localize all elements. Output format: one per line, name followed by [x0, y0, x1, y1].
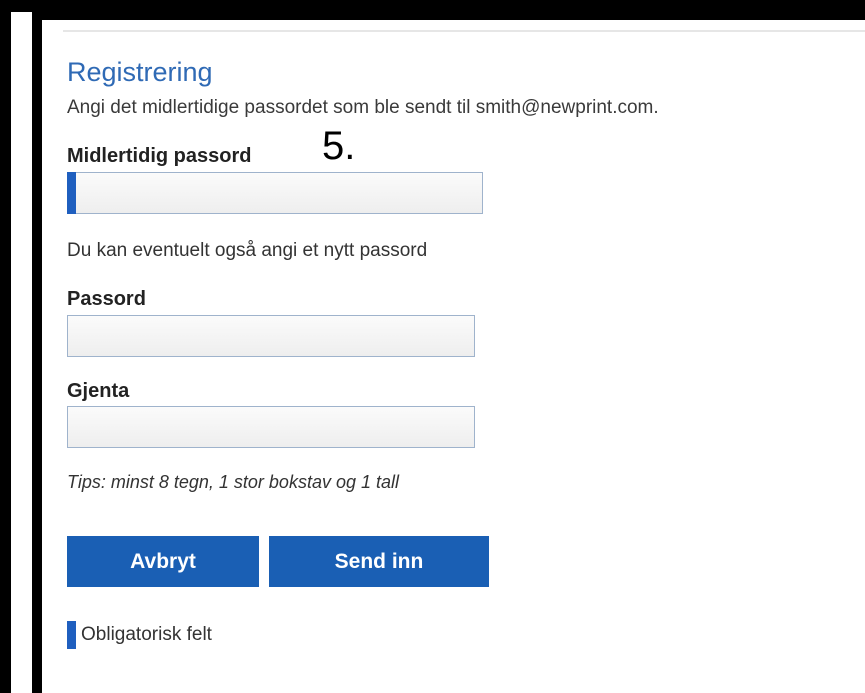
submit-button[interactable]: Send inn [269, 536, 489, 587]
step-annotation: 5. [322, 124, 356, 168]
header-divider [63, 30, 865, 32]
repeat-password-input[interactable] [67, 406, 475, 448]
repeat-label: Gjenta [67, 380, 130, 402]
required-legend-marker [67, 621, 76, 649]
password-tips: Tips: minst 8 tegn, 1 stor bokstav og 1 … [67, 472, 399, 492]
required-legend-text: Obligatorisk felt [81, 624, 212, 645]
page-title: Registrering [67, 57, 213, 87]
password-label: Passord [67, 288, 146, 310]
temp-password-label: Midlertidig passord [67, 145, 252, 167]
cancel-button[interactable]: Avbryt [67, 536, 259, 587]
password-input[interactable] [67, 315, 475, 357]
instruction-text: Angi det midlertidige passordet som ble … [67, 97, 659, 118]
required-indicator [67, 172, 76, 214]
optional-hint-text: Du kan eventuelt også angi et nytt passo… [67, 240, 428, 261]
temp-password-input[interactable] [67, 172, 483, 214]
